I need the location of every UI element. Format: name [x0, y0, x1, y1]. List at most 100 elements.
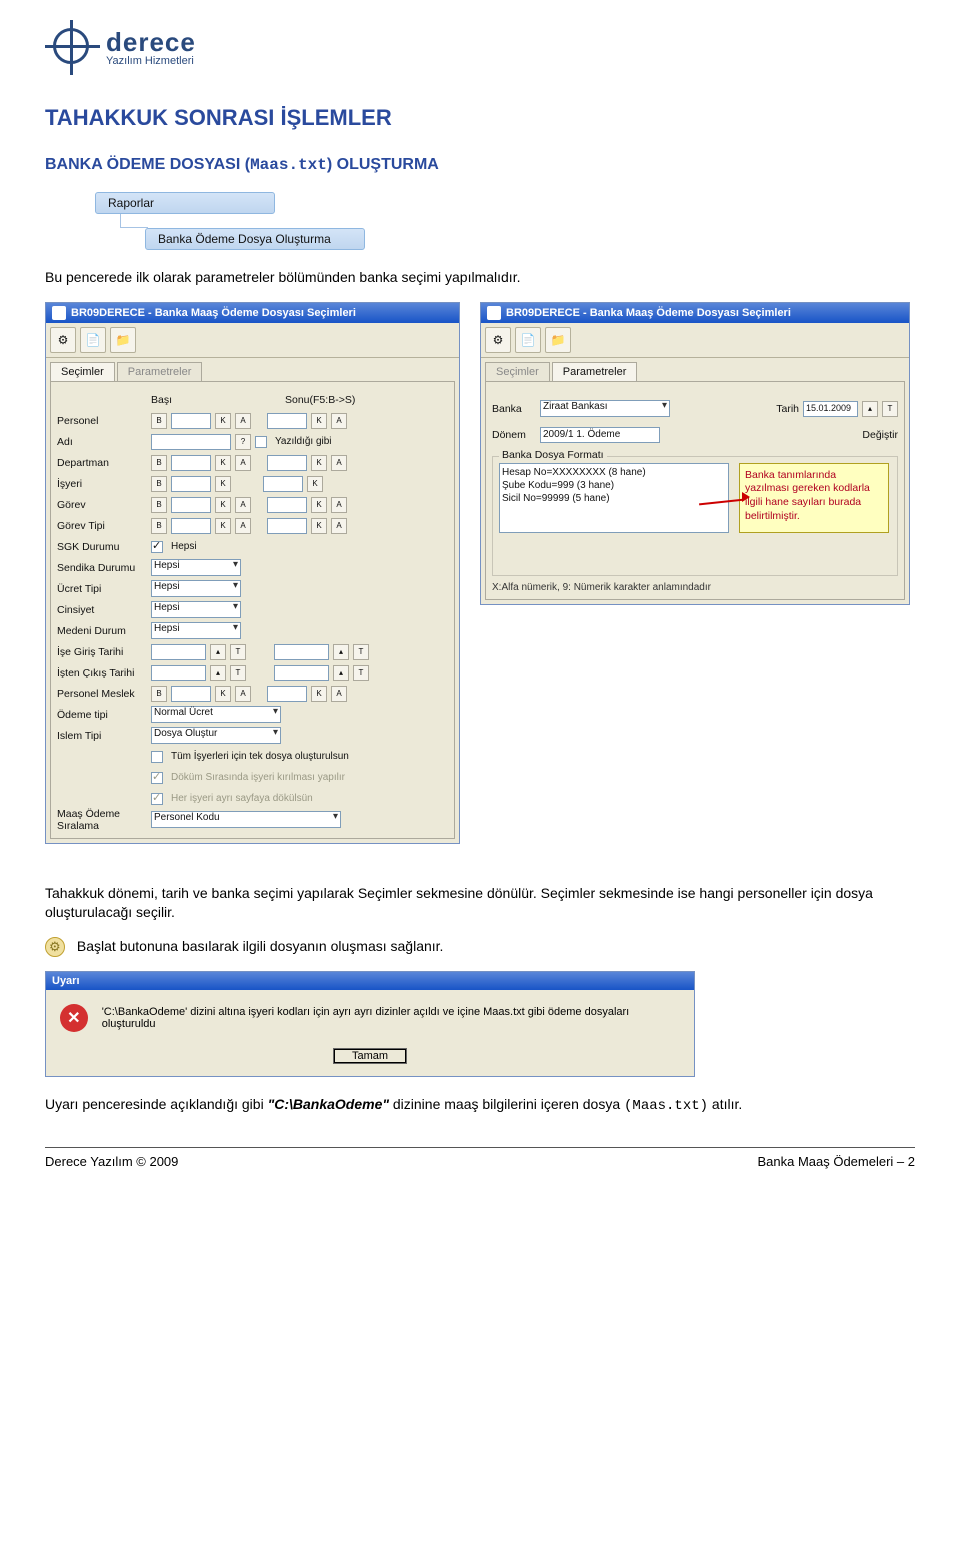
tab-secimler[interactable]: Seçimler — [50, 362, 115, 381]
col-head-sonu: Sonu(F5:B->S) — [285, 394, 355, 406]
lookup-button[interactable]: B — [151, 497, 167, 513]
label-personel: Personel — [57, 415, 147, 427]
personel-basi-input[interactable] — [171, 413, 211, 429]
siralama-select[interactable]: Personel Kodu — [151, 811, 341, 828]
personel-sonu-input[interactable] — [267, 413, 307, 429]
medeni-select[interactable]: Hepsi — [151, 622, 241, 639]
meslek-basi-input[interactable] — [171, 686, 211, 702]
btn-t[interactable]: T — [353, 644, 369, 660]
spin[interactable]: ▴ — [862, 401, 878, 417]
logo-title: derece — [106, 29, 196, 55]
toolbar-button-preview[interactable]: 📄 — [80, 327, 106, 353]
lookup-button[interactable]: B — [151, 518, 167, 534]
chk-yazildigi-gibi[interactable] — [255, 436, 267, 448]
btn-a[interactable]: A — [331, 686, 347, 702]
footer-left: Derece Yazılım © 2009 — [45, 1154, 178, 1169]
btn-a[interactable]: A — [235, 497, 251, 513]
lookup-button[interactable]: B — [151, 455, 167, 471]
isyeri-sonu-input[interactable] — [263, 476, 303, 492]
isten-cikis-basi-input[interactable] — [151, 665, 206, 681]
window-parametreler: BR09DERECE - Banka Maaş Ödeme Dosyası Se… — [480, 302, 910, 605]
tarih-input[interactable]: 15.01.2009 — [803, 401, 858, 417]
lookup-button[interactable]: B — [151, 686, 167, 702]
departman-sonu-input[interactable] — [267, 455, 307, 471]
spin[interactable]: ▴ — [210, 644, 226, 660]
label-siralama: Maaş Ödeme Sıralama — [57, 808, 147, 832]
btn-q[interactable]: ? — [235, 434, 251, 450]
btn-a[interactable]: A — [331, 518, 347, 534]
toolbar: ⚙ 📄 📁 — [46, 323, 459, 358]
btn-k[interactable]: K — [311, 497, 327, 513]
label-medeni: Medeni Durum — [57, 625, 147, 637]
ise-giris-basi-input[interactable] — [151, 644, 206, 660]
intro-text: Bu pencerede ilk olarak parametreler böl… — [45, 268, 915, 288]
tab-parametreler[interactable]: Parametreler — [117, 362, 203, 381]
btn-k[interactable]: K — [307, 476, 323, 492]
adi-input[interactable] — [151, 434, 231, 450]
spin[interactable]: ▴ — [333, 665, 349, 681]
btn-k[interactable]: K — [311, 686, 327, 702]
btn-a[interactable]: A — [331, 497, 347, 513]
label-adi: Adı — [57, 436, 147, 448]
gorevtipi-sonu-input[interactable] — [267, 518, 307, 534]
btn-k[interactable]: K — [215, 455, 231, 471]
toolbar-button-preview[interactable]: 📄 — [515, 327, 541, 353]
spin[interactable]: ▴ — [210, 665, 226, 681]
spin[interactable]: ▴ — [333, 644, 349, 660]
btn-a[interactable]: A — [331, 413, 347, 429]
ucret-select[interactable]: Hepsi — [151, 580, 241, 597]
banka-select[interactable]: Ziraat Bankası — [540, 400, 670, 417]
isyeri-basi-input[interactable] — [171, 476, 211, 492]
toolbar-button-run[interactable]: ⚙ — [50, 327, 76, 353]
tab-parametreler[interactable]: Parametreler — [552, 362, 638, 381]
lookup-button[interactable]: B — [151, 476, 167, 492]
btn-k[interactable]: K — [215, 518, 231, 534]
error-icon: ✕ — [60, 1004, 88, 1032]
btn-k[interactable]: K — [311, 518, 327, 534]
btn-a[interactable]: A — [235, 518, 251, 534]
list-item: Şube Kodu=999 (3 hane) — [502, 479, 726, 492]
donem-input[interactable]: 2009/1 1. Ödeme — [540, 427, 660, 443]
islem-select[interactable]: Dosya Oluştur — [151, 727, 281, 744]
chk-sgk[interactable] — [151, 541, 163, 553]
ise-giris-sonu-input[interactable] — [274, 644, 329, 660]
label-donem: Dönem — [492, 429, 536, 441]
btn-a[interactable]: A — [235, 413, 251, 429]
lookup-button[interactable]: B — [151, 413, 167, 429]
label-departman: Departman — [57, 457, 147, 469]
btn-k[interactable]: K — [311, 413, 327, 429]
gorev-sonu-input[interactable] — [267, 497, 307, 513]
btn-t[interactable]: T — [882, 401, 898, 417]
tab-secimler[interactable]: Seçimler — [485, 362, 550, 381]
btn-k[interactable]: K — [215, 497, 231, 513]
btn-a[interactable]: A — [235, 686, 251, 702]
sendika-select[interactable]: Hepsi — [151, 559, 241, 576]
btn-t[interactable]: T — [230, 644, 246, 660]
isten-cikis-sonu-input[interactable] — [274, 665, 329, 681]
btn-k[interactable]: K — [215, 476, 231, 492]
annotation-arrowhead-icon — [742, 492, 750, 502]
format-listbox[interactable]: Hesap No=XXXXXXXX (8 hane) Şube Kodu=999… — [499, 463, 729, 533]
btn-a[interactable]: A — [331, 455, 347, 471]
meslek-sonu-input[interactable] — [267, 686, 307, 702]
btn-t[interactable]: T — [353, 665, 369, 681]
btn-a[interactable]: A — [235, 455, 251, 471]
btn-k[interactable]: K — [311, 455, 327, 471]
cinsiyet-select[interactable]: Hepsi — [151, 601, 241, 618]
btn-k[interactable]: K — [215, 686, 231, 702]
ok-button[interactable]: Tamam — [333, 1048, 407, 1064]
degistir-link[interactable]: Değiştir — [862, 429, 898, 441]
toolbar-button-export[interactable]: 📁 — [110, 327, 136, 353]
chk-tek-dosya[interactable] — [151, 751, 163, 763]
logo-mark-icon — [45, 20, 100, 75]
toolbar-button-export[interactable]: 📁 — [545, 327, 571, 353]
departman-basi-input[interactable] — [171, 455, 211, 471]
odeme-select[interactable]: Normal Ücret — [151, 706, 281, 723]
label-isyeri: İşyeri — [57, 478, 147, 490]
btn-k[interactable]: K — [215, 413, 231, 429]
btn-t[interactable]: T — [230, 665, 246, 681]
toolbar-button-run[interactable]: ⚙ — [485, 327, 511, 353]
gorevtipi-basi-input[interactable] — [171, 518, 211, 534]
gorev-basi-input[interactable] — [171, 497, 211, 513]
list-item: Hesap No=XXXXXXXX (8 hane) — [502, 466, 726, 479]
